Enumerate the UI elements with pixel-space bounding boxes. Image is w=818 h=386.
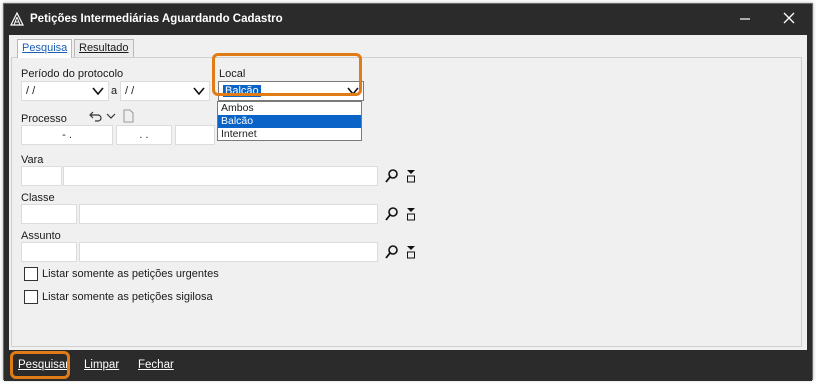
- local-combo[interactable]: Balcão: [218, 81, 364, 101]
- tab-resultado-label: Resultado: [79, 42, 129, 54]
- periodo-label: Período do protocolo: [21, 68, 124, 80]
- search-icon[interactable]: [384, 206, 400, 222]
- classe-label: Classe: [21, 192, 55, 204]
- dialog-window: Petições Intermediárias Aguardando Cadas…: [3, 3, 813, 381]
- undo-icon[interactable]: [87, 108, 103, 124]
- filter-clear-icon[interactable]: [404, 244, 420, 260]
- sigilosas-label: Listar somente as petições sigilosa: [42, 291, 213, 303]
- tab-pesquisa[interactable]: Pesquisa: [17, 39, 73, 58]
- local-label: Local: [219, 68, 246, 80]
- vara-description-input[interactable]: [63, 166, 378, 186]
- processo-field-1[interactable]: - .: [21, 125, 113, 145]
- assunto-code-input[interactable]: [21, 242, 77, 262]
- classe-description-input[interactable]: [79, 204, 378, 224]
- search-icon[interactable]: [384, 244, 400, 260]
- minimize-icon: [740, 18, 750, 20]
- processo-field-2[interactable]: . .: [116, 125, 172, 145]
- content-area: Pesquisa Resultado Período do protocolo …: [9, 35, 807, 350]
- tab-resultado[interactable]: Resultado: [74, 39, 134, 57]
- local-option-balcao[interactable]: Balcão: [218, 115, 361, 128]
- date-from-combo[interactable]: / /: [21, 81, 109, 101]
- chevron-down-icon: [193, 87, 205, 96]
- urgentes-label: Listar somente as petições urgentes: [42, 268, 219, 280]
- window-title: Petições Intermediárias Aguardando Cadas…: [30, 13, 283, 25]
- filter-clear-icon[interactable]: [404, 206, 420, 222]
- local-option-ambos[interactable]: Ambos: [218, 102, 361, 115]
- date-from-value: / /: [26, 85, 36, 97]
- local-option-internet[interactable]: Internet: [218, 128, 361, 141]
- document-icon[interactable]: [120, 108, 136, 124]
- local-value: Balcão: [222, 84, 262, 98]
- button-bar: Pesquisar Limpar Fechar: [4, 350, 812, 381]
- date-separator: a: [111, 85, 118, 97]
- minimize-button[interactable]: [730, 10, 760, 30]
- app-logo-icon: [10, 12, 24, 26]
- vara-code-input[interactable]: [21, 166, 62, 186]
- title-bar[interactable]: Petições Intermediárias Aguardando Cadas…: [4, 4, 812, 35]
- limpar-button[interactable]: Limpar: [84, 359, 119, 371]
- date-to-value: / /: [125, 85, 135, 97]
- close-icon: [783, 12, 795, 24]
- pesquisar-button[interactable]: Pesquisar: [18, 359, 69, 371]
- assunto-label: Assunto: [21, 230, 61, 242]
- chevron-down-icon: [92, 87, 104, 96]
- date-to-combo[interactable]: / /: [120, 81, 210, 101]
- local-dropdown-list: Ambos Balcão Internet: [217, 101, 362, 141]
- search-icon[interactable]: [384, 168, 400, 184]
- filter-clear-icon[interactable]: [404, 168, 420, 184]
- search-panel: Período do protocolo / / a / / Local Bal…: [11, 53, 802, 347]
- fechar-button[interactable]: Fechar: [138, 359, 174, 371]
- chevron-down-icon[interactable]: [103, 108, 119, 124]
- close-button[interactable]: [774, 10, 804, 30]
- urgentes-checkbox[interactable]: [24, 267, 38, 281]
- classe-code-input[interactable]: [21, 204, 77, 224]
- assunto-description-input[interactable]: [79, 242, 378, 262]
- vara-label: Vara: [21, 154, 44, 166]
- processo-label: Processo: [21, 113, 67, 125]
- chevron-down-icon: [347, 87, 359, 96]
- processo-field-3[interactable]: [175, 125, 215, 145]
- sigilosas-checkbox[interactable]: [24, 290, 38, 304]
